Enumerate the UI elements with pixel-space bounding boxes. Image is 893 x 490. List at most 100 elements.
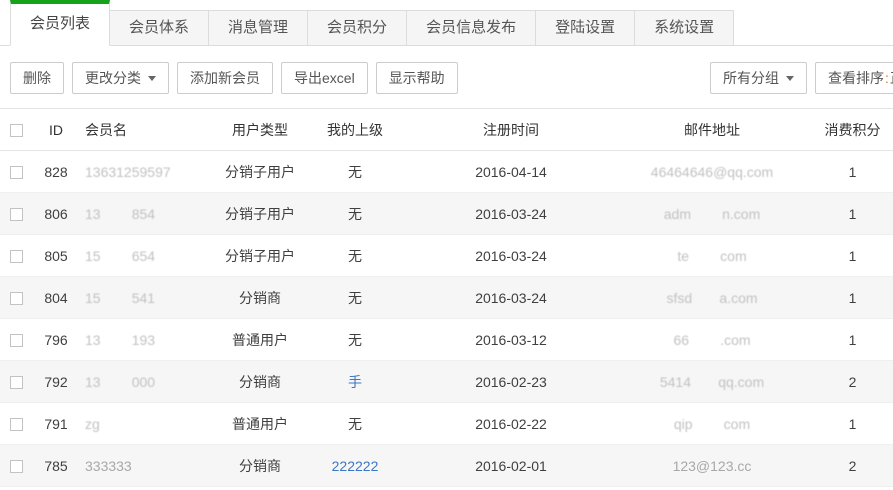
- member-upline-link[interactable]: 手: [348, 374, 362, 390]
- member-reg-date: 2016-02-01: [410, 445, 612, 487]
- sort-order-button[interactable]: 查看排序:正常排序: [815, 62, 893, 94]
- change-category-dropdown[interactable]: 更改分类: [72, 62, 169, 94]
- member-score: 1: [812, 319, 893, 361]
- member-type: 分销商: [220, 445, 300, 487]
- member-upline: 无: [300, 235, 410, 277]
- col-header-upline: 我的上级: [300, 109, 410, 151]
- member-email: 123@123.cc: [673, 458, 752, 474]
- table-row: 806 13 854 分销子用户 无 2016-03-24 adm n.com …: [0, 193, 893, 235]
- member-name: 13 000: [85, 374, 155, 390]
- row-checkbox[interactable]: [10, 418, 23, 431]
- member-reg-date: 2016-02-22: [410, 403, 612, 445]
- member-id: 785: [36, 445, 76, 487]
- sort-prefix-label: 查看排序: [828, 63, 884, 93]
- member-id: 791: [36, 403, 76, 445]
- member-type: 分销子用户: [220, 193, 300, 235]
- row-checkbox[interactable]: [10, 334, 23, 347]
- member-score: 1: [812, 277, 893, 319]
- all-groups-label: 所有分组: [723, 63, 779, 93]
- member-type: 普通用户: [220, 403, 300, 445]
- export-excel-label: 导出excel: [294, 63, 355, 93]
- show-help-label: 显示帮助: [389, 63, 445, 93]
- delete-button-label: 删除: [23, 63, 51, 93]
- tab-member-info[interactable]: 会员信息发布: [407, 10, 536, 46]
- table-row: 828 13631259597 分销子用户 无 2016-04-14 46464…: [0, 151, 893, 193]
- table-row: 805 15 654 分销子用户 无 2016-03-24 te com 1: [0, 235, 893, 277]
- table-row: 792 13 000 分销商 手 2016-02-23 5414 qq.com …: [0, 361, 893, 403]
- all-groups-dropdown[interactable]: 所有分组: [710, 62, 807, 94]
- tab-login-settings[interactable]: 登陆设置: [536, 10, 635, 46]
- table-header-row: ID 会员名 用户类型 我的上级 注册时间 邮件地址 消费积分: [0, 109, 893, 151]
- member-reg-date: 2016-03-24: [410, 193, 612, 235]
- member-name: 333333: [85, 458, 132, 474]
- member-reg-date: 2016-02-23: [410, 361, 612, 403]
- tab-message-mgmt[interactable]: 消息管理: [209, 10, 308, 46]
- row-checkbox[interactable]: [10, 208, 23, 221]
- member-name: 15 654: [85, 248, 155, 264]
- member-type: 分销商: [220, 361, 300, 403]
- caret-down-icon: [786, 76, 794, 81]
- col-header-email: 邮件地址: [612, 109, 812, 151]
- member-upline: 无: [300, 151, 410, 193]
- change-category-label: 更改分类: [85, 63, 141, 93]
- table-row: 791 zg 普通用户 无 2016-02-22 qip com 1: [0, 403, 893, 445]
- member-email: 5414 qq.com: [660, 374, 764, 390]
- member-type: 分销商: [220, 277, 300, 319]
- member-reg-date: 2016-03-12: [410, 319, 612, 361]
- row-checkbox[interactable]: [10, 166, 23, 179]
- tab-system-settings[interactable]: 系统设置: [635, 10, 734, 46]
- member-score: 1: [812, 193, 893, 235]
- member-email: adm n.com: [664, 206, 760, 222]
- member-id: 792: [36, 361, 76, 403]
- show-help-button[interactable]: 显示帮助: [376, 62, 458, 94]
- member-reg-date: 2016-04-14: [410, 151, 612, 193]
- member-table: ID 会员名 用户类型 我的上级 注册时间 邮件地址 消费积分 828 1363…: [0, 108, 893, 487]
- member-name: 13 854: [85, 206, 155, 222]
- member-id: 806: [36, 193, 76, 235]
- tab-member-points[interactable]: 会员积分: [308, 10, 407, 46]
- col-header-date: 注册时间: [410, 109, 612, 151]
- row-checkbox[interactable]: [10, 250, 23, 263]
- member-upline-link[interactable]: 222222: [332, 458, 379, 474]
- member-upline: 无: [300, 277, 410, 319]
- delete-button[interactable]: 删除: [10, 62, 64, 94]
- col-header-type: 用户类型: [220, 109, 300, 151]
- member-score: 1: [812, 235, 893, 277]
- table-row: 796 13 193 普通用户 无 2016-03-12 66 .com 1: [0, 319, 893, 361]
- col-header-name: 会员名: [76, 109, 220, 151]
- row-checkbox[interactable]: [10, 460, 23, 473]
- member-reg-date: 2016-03-24: [410, 235, 612, 277]
- member-upline: 无: [300, 193, 410, 235]
- member-email: 46464646@qq.com: [651, 164, 773, 180]
- member-name: 13631259597: [85, 164, 171, 180]
- col-header-id: ID: [36, 109, 76, 151]
- export-excel-button[interactable]: 导出excel: [281, 62, 368, 94]
- add-member-button[interactable]: 添加新会员: [177, 62, 273, 94]
- member-email: sfsd a.com: [666, 290, 757, 306]
- tab-member-system[interactable]: 会员体系: [110, 10, 209, 46]
- member-id: 828: [36, 151, 76, 193]
- toolbar: 删除 更改分类 添加新会员 导出excel 显示帮助 所有分组 查看排序:正常排…: [0, 46, 893, 108]
- member-email: te com: [677, 248, 746, 264]
- caret-down-icon: [148, 76, 156, 81]
- table-row: 785 333333 分销商 222222 2016-02-01 123@123…: [0, 445, 893, 487]
- member-email: qip com: [674, 416, 750, 432]
- member-score: 2: [812, 361, 893, 403]
- select-all-checkbox[interactable]: [10, 124, 23, 137]
- row-checkbox[interactable]: [10, 376, 23, 389]
- tab-bar: 会员列表 会员体系 消息管理 会员积分 会员信息发布 登陆设置 系统设置: [0, 0, 893, 46]
- member-type: 分销子用户: [220, 151, 300, 193]
- add-member-label: 添加新会员: [190, 63, 260, 93]
- member-type: 分销子用户: [220, 235, 300, 277]
- member-reg-date: 2016-03-24: [410, 277, 612, 319]
- col-header-score: 消费积分: [812, 109, 893, 151]
- member-name: 15 541: [85, 290, 155, 306]
- tab-member-list[interactable]: 会员列表: [10, 0, 110, 46]
- member-score: 2: [812, 445, 893, 487]
- member-type: 普通用户: [220, 319, 300, 361]
- toolbar-right-group: 所有分组 查看排序:正常排序: [710, 62, 893, 94]
- member-score: 1: [812, 151, 893, 193]
- row-checkbox[interactable]: [10, 292, 23, 305]
- member-id: 805: [36, 235, 76, 277]
- member-name: 13 193: [85, 332, 155, 348]
